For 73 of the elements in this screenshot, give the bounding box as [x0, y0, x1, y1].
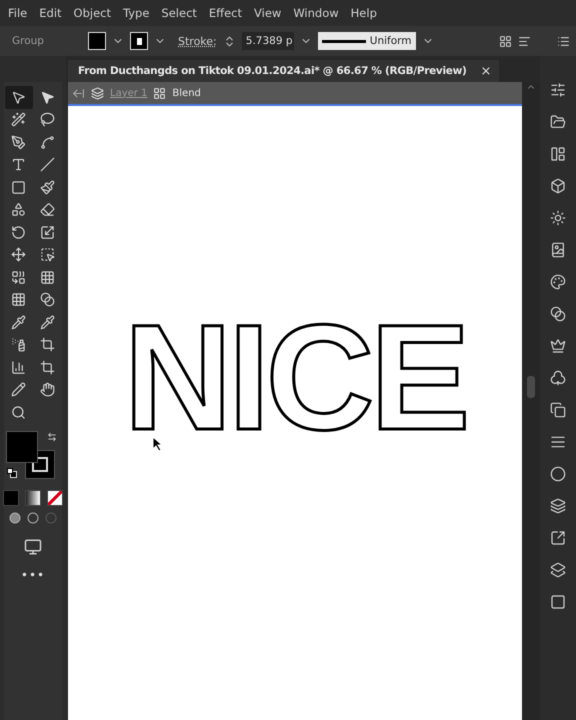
rectangle-icon — [11, 180, 26, 195]
draw-normal-icon[interactable] — [9, 512, 21, 524]
grid-icon[interactable] — [499, 34, 512, 48]
list-icon[interactable] — [557, 34, 570, 48]
fill-stroke-icon[interactable] — [6, 430, 56, 478]
align-icon[interactable] — [518, 34, 531, 48]
selection-label: Group — [11, 35, 45, 47]
pen-icon — [11, 134, 26, 150]
outlined-text: NICE — [124, 302, 466, 432]
circle-icon[interactable] — [550, 466, 566, 482]
default-colors-icon[interactable] — [7, 468, 17, 478]
breadcrumb-item[interactable]: Blend — [172, 88, 201, 98]
cube-icon[interactable] — [550, 178, 566, 194]
lines-icon[interactable] — [550, 434, 566, 450]
menu-item[interactable]: Edit — [35, 6, 70, 20]
scale-icon — [40, 224, 55, 240]
menu-item[interactable]: View — [250, 6, 290, 20]
swap-icon[interactable] — [47, 432, 57, 442]
panel-icon[interactable] — [550, 146, 566, 162]
shaper-icon — [11, 202, 26, 218]
pointer-icon — [40, 90, 55, 105]
fill-swatch[interactable] — [88, 32, 106, 50]
wand-icon — [11, 112, 26, 128]
screen-mode-icon[interactable] — [24, 538, 42, 556]
profile-dropdown[interactable]: Uniform — [318, 32, 416, 50]
more-tools[interactable]: ••• — [20, 568, 46, 582]
zoom-icon — [11, 404, 26, 420]
layers-icon[interactable] — [550, 498, 566, 514]
export-icon[interactable] — [550, 530, 566, 546]
menu-item[interactable]: Type — [119, 6, 158, 20]
cursor-icon — [152, 436, 164, 452]
menu-item[interactable]: Select — [157, 6, 205, 20]
menu-item[interactable]: Help — [346, 6, 385, 20]
hand-icon — [40, 382, 55, 398]
stroke-swatch[interactable] — [130, 32, 148, 50]
rotate-icon — [11, 224, 26, 240]
mesh-icon — [11, 292, 26, 308]
tool-button[interactable] — [4, 86, 32, 108]
menu-item[interactable]: File — [4, 6, 36, 20]
selection-icon — [11, 90, 26, 105]
close-button[interactable]: × — [480, 64, 492, 78]
line-icon — [40, 157, 55, 172]
draw-behind-icon[interactable] — [27, 512, 39, 524]
document-tab[interactable]: From Ducthangds on Tiktok 09.01.2024.ai* @ 66.67 % (RGB/Preview) × — [68, 60, 500, 82]
brush-icon — [40, 180, 55, 195]
grid-icon — [40, 270, 55, 285]
spray-icon — [11, 337, 26, 352]
type-icon — [11, 157, 26, 172]
crown-icon[interactable] — [550, 338, 566, 354]
menu-item[interactable]: Window — [289, 6, 347, 20]
dropper-icon — [11, 314, 26, 330]
curve-pen-icon — [40, 134, 55, 150]
club-icon[interactable] — [550, 370, 566, 386]
sliders-icon[interactable] — [550, 82, 566, 98]
graph-icon — [11, 360, 26, 375]
eraser-icon — [40, 202, 55, 218]
palette-icon[interactable] — [550, 274, 566, 290]
menu-item[interactable]: Effect — [204, 6, 250, 20]
layers-icon — [91, 86, 104, 100]
sun-icon[interactable] — [550, 210, 566, 226]
crop-icon — [40, 360, 55, 375]
gradient-mode[interactable] — [25, 490, 41, 506]
back-icon[interactable] — [72, 86, 85, 100]
pencil-icon — [11, 382, 26, 398]
scroll-thumb[interactable] — [527, 376, 535, 398]
stroke-weight-field[interactable]: 5.7389 p — [242, 32, 294, 50]
none-mode[interactable] — [47, 490, 63, 506]
menu-item[interactable]: Object — [70, 6, 119, 20]
stroke-label[interactable]: Stroke: — [178, 34, 217, 48]
color-mode[interactable] — [3, 490, 19, 506]
lasso-icon — [40, 112, 55, 128]
eyedropper-icon — [40, 314, 55, 330]
group-icon — [153, 86, 166, 100]
